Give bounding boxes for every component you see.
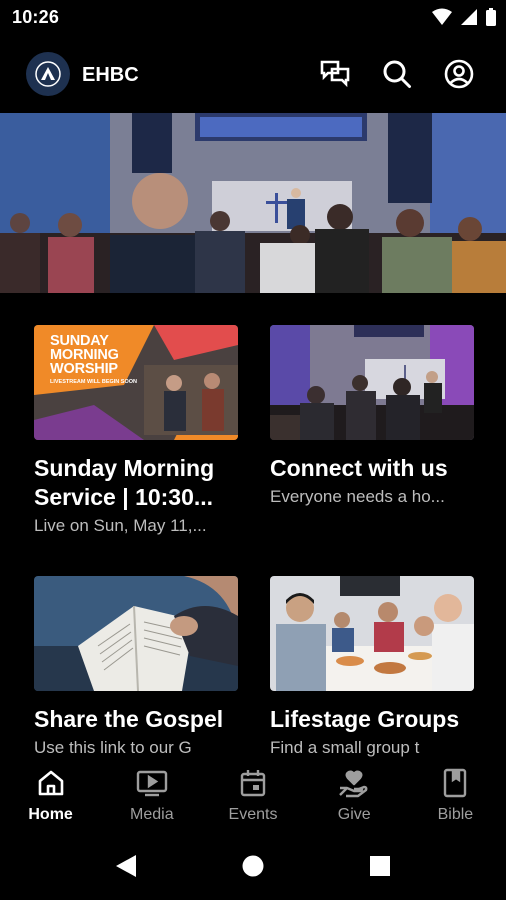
status-icons	[432, 8, 496, 26]
card-thumbnail	[270, 576, 474, 691]
card-lifestage-groups[interactable]: Lifestage Groups Find a small group t	[270, 576, 474, 759]
status-bar: 10:26	[0, 0, 506, 36]
card-subtitle: Live on Sun, May 11,...	[34, 516, 207, 535]
card-thumbnail: SUNDAY MORNING WORSHIP LIVESTREAM WILL B…	[34, 325, 238, 440]
thumb-heading: SUNDAY MORNING WORSHIP	[50, 333, 119, 377]
card-connect[interactable]: Connect with us Everyone needs a ho...	[270, 325, 474, 508]
status-time: 10:26	[12, 7, 60, 27]
nav-item-media[interactable]: Media	[101, 758, 202, 838]
card-thumbnail	[34, 576, 238, 691]
recents-icon[interactable]	[369, 855, 391, 877]
card-title-line1: Sunday Morning	[34, 455, 215, 481]
logo-icon	[35, 61, 61, 87]
battery-icon	[486, 8, 496, 26]
nav-item-home[interactable]: Home	[0, 758, 101, 838]
nav-label: Bible	[437, 806, 474, 823]
search-icon	[383, 60, 411, 88]
bottom-nav: Home Media Events Give Bible	[0, 758, 506, 838]
wifi-icon	[432, 8, 452, 25]
nav-label: Events	[228, 806, 278, 823]
app-header: EHBC	[0, 44, 506, 106]
card-thumbnail-art	[270, 325, 474, 440]
card-title-line2: Service | 10:30...	[34, 484, 214, 510]
home-circle-icon[interactable]	[242, 855, 264, 877]
card-thumbnail	[270, 325, 474, 440]
calendar-icon	[240, 770, 266, 797]
app-title: EHBC	[82, 64, 139, 86]
system-nav-bar	[0, 838, 506, 900]
card-thumbnail-art	[34, 576, 238, 691]
media-icon	[136, 770, 167, 797]
signal-icon	[461, 9, 477, 25]
nav-item-give[interactable]: Give	[304, 758, 405, 838]
profile-button[interactable]	[443, 58, 475, 90]
home-icon	[38, 770, 63, 796]
nav-label: Home	[28, 806, 73, 823]
card-title: Lifestage Groups	[270, 706, 460, 732]
nav-item-events[interactable]: Events	[202, 758, 303, 838]
card-title: Connect with us	[270, 455, 448, 481]
messages-button[interactable]	[319, 58, 351, 90]
account-icon	[444, 59, 474, 89]
card-thumbnail-art	[270, 576, 474, 691]
nav-item-bible[interactable]: Bible	[405, 758, 506, 838]
hero-image[interactable]	[0, 113, 506, 293]
card-share-gospel[interactable]: Share the Gospel Use this link to our G	[34, 576, 238, 759]
card-subtitle: Use this link to our G	[34, 738, 192, 757]
search-button[interactable]	[381, 58, 413, 90]
nav-label: Give	[337, 806, 371, 823]
card-title: Share the Gospel	[34, 706, 224, 732]
card-sunday-service[interactable]: SUNDAY MORNING WORSHIP LIVESTREAM WILL B…	[34, 325, 238, 537]
bible-icon	[444, 768, 467, 798]
thumb-subtext: LIVESTREAM WILL BEGIN SOON	[50, 379, 137, 385]
card-subtitle: Everyone needs a ho...	[270, 487, 445, 506]
church-logo[interactable]	[26, 52, 70, 96]
chat-icon	[320, 60, 350, 88]
back-icon[interactable]	[114, 854, 138, 878]
hero-photo	[0, 113, 506, 293]
card-subtitle: Find a small group t	[270, 738, 420, 757]
give-icon	[339, 770, 368, 798]
nav-label: Media	[130, 806, 174, 823]
